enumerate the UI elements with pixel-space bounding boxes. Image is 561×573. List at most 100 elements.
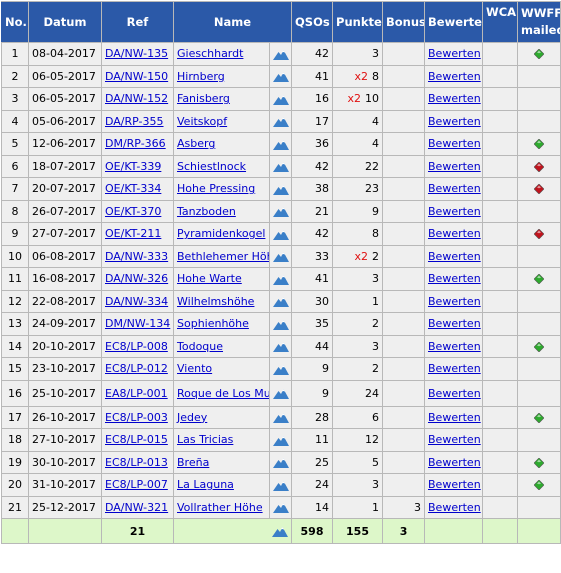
totals-datum-cell [28,518,102,544]
mountain-icon[interactable] [273,116,289,127]
bewerten-link[interactable]: Bewerten [428,433,481,446]
mountain-icon[interactable] [273,435,289,446]
summit-ref-link[interactable]: DA/NW-150 [105,70,168,83]
summit-ref-link[interactable]: OE/KT-211 [105,227,161,240]
mountain-icon[interactable] [273,139,289,150]
summit-name-link[interactable]: Viento [177,362,212,375]
bewerten-link[interactable]: Bewerten [428,160,481,173]
summit-ref-link[interactable]: DA/NW-333 [105,250,168,263]
summit-ref-link[interactable]: DA/NW-152 [105,92,168,105]
summit-name-link[interactable]: Hohe Warte [177,272,242,285]
summit-ref-link[interactable]: DA/NW-334 [105,295,168,308]
summit-name-link[interactable]: Veitskopf [177,115,227,128]
mountain-icon[interactable] [273,457,289,468]
summit-ref-link[interactable]: DA/NW-135 [105,47,168,60]
mountain-icon[interactable] [272,526,289,537]
bewerten-link[interactable]: Bewerten [428,227,481,240]
summit-ref-link[interactable]: EC8/LP-008 [105,340,168,353]
bewerten-link[interactable]: Bewerten [428,70,481,83]
summit-name-link[interactable]: Jedey [177,411,207,424]
summit-name-link[interactable]: Asberg [177,137,215,150]
summit-name-link[interactable]: Roque de Los Muchachos [177,387,269,400]
summit-name-link[interactable]: Hirnberg [177,70,225,83]
bewerten-link[interactable]: Bewerten [428,387,481,400]
summit-ref-link[interactable]: EC8/LP-012 [105,362,168,375]
bewerten-link[interactable]: Bewerten [428,47,481,60]
mountain-icon[interactable] [273,341,289,352]
summit-ref-link[interactable]: EC8/LP-013 [105,456,168,469]
bewerten-link[interactable]: Bewerten [428,340,481,353]
summit-ref-link[interactable]: EC8/LP-007 [105,478,168,491]
row-name-cell: Wilhelmshöhe [173,289,270,313]
summit-ref-link[interactable]: DA/RP-355 [105,115,164,128]
row-bewerten-cell: Bewerten [424,428,484,452]
summit-ref-link[interactable]: OE/KT-339 [105,160,161,173]
mountain-icon[interactable] [273,184,289,195]
col-header-punkte[interactable]: Punkte [332,1,384,43]
bewerten-link[interactable]: Bewerten [428,478,481,491]
bewerten-link[interactable]: Bewerten [428,250,481,263]
summit-name-link[interactable]: La Laguna [177,478,234,491]
bewerten-link[interactable]: Bewerten [428,411,481,424]
summit-name-link[interactable]: Hohe Pressing [177,182,255,195]
multiplier-badge: x2 [354,69,369,83]
summit-name-link[interactable]: Fanisberg [177,92,230,105]
summit-name-link[interactable]: Vollrather Höhe [177,501,263,514]
col-header-ref[interactable]: Ref [101,1,174,43]
summit-name-link[interactable]: Gieschhardt [177,47,243,60]
mountain-icon[interactable] [273,412,289,423]
summit-name-link[interactable]: Schiestlnock [177,160,246,173]
bewerten-link[interactable]: Bewerten [428,137,481,150]
col-header-datum[interactable]: Datum [28,1,102,43]
summit-ref-link[interactable]: EC8/LP-015 [105,433,168,446]
mountain-icon[interactable] [273,206,289,217]
bewerten-link[interactable]: Bewerten [428,115,481,128]
mountain-icon[interactable] [273,229,289,240]
mountain-icon[interactable] [273,480,289,491]
bewerten-link[interactable]: Bewerten [428,182,481,195]
mountain-icon[interactable] [273,161,289,172]
bewerten-link[interactable]: Bewerten [428,501,481,514]
summit-name-link[interactable]: Tanzboden [177,205,236,218]
summit-name-link[interactable]: Todoque [177,340,223,353]
summit-name-link[interactable]: Sophienhöhe [177,317,249,330]
col-header-name[interactable]: Name [172,1,293,43]
mountain-icon[interactable] [273,319,289,330]
bewerten-link[interactable]: Bewerten [428,317,481,330]
summit-name-link[interactable]: Las Tricias [177,433,233,446]
summit-ref-link[interactable]: DA/NW-326 [105,272,168,285]
summit-ref-link[interactable]: DM/RP-366 [105,137,166,150]
mountain-icon[interactable] [273,274,289,285]
bewerten-link[interactable]: Bewerten [428,362,481,375]
mountain-icon[interactable] [273,502,289,513]
bewerten-link[interactable]: Bewerten [428,295,481,308]
row-ref-cell: OE/KT-334 [101,177,174,201]
summit-ref-link[interactable]: EA8/LP-001 [105,387,168,400]
summit-ref-link[interactable]: DA/NW-321 [105,501,168,514]
mountain-icon[interactable] [273,94,289,105]
mountain-icon[interactable] [273,49,289,60]
summit-name-link[interactable]: Wilhelmshöhe [177,295,254,308]
bewerten-link[interactable]: Bewerten [428,92,481,105]
summit-ref-link[interactable]: EC8/LP-003 [105,411,168,424]
mountain-icon[interactable] [273,71,289,82]
row-ref-cell: EC8/LP-015 [101,428,174,452]
mountain-icon[interactable] [273,364,289,375]
summit-ref-link[interactable]: OE/KT-334 [105,182,161,195]
bewerten-link[interactable]: Bewerten [428,456,481,469]
row-wwff-mailed [517,495,561,519]
summit-name-link[interactable]: Breña [177,456,209,469]
mountain-icon[interactable] [273,388,289,399]
mountain-icon[interactable] [273,251,289,262]
col-header-bonus[interactable]: Bonus [382,1,426,43]
bewerten-link[interactable]: Bewerten [428,272,481,285]
summit-name-link[interactable]: Pyramidenkogel [177,227,265,240]
summit-ref-link[interactable]: DM/NW-134 [105,317,170,330]
col-header-qsos[interactable]: QSOs [291,1,334,43]
row-bonus [382,64,426,88]
summit-name-link[interactable]: Bethlehemer Höhe [177,250,269,263]
summit-ref-link[interactable]: OE/KT-370 [105,205,161,218]
totals-row: 21 598 155 3 [1,518,561,544]
bewerten-link[interactable]: Bewerten [428,205,481,218]
mountain-icon[interactable] [273,296,289,307]
